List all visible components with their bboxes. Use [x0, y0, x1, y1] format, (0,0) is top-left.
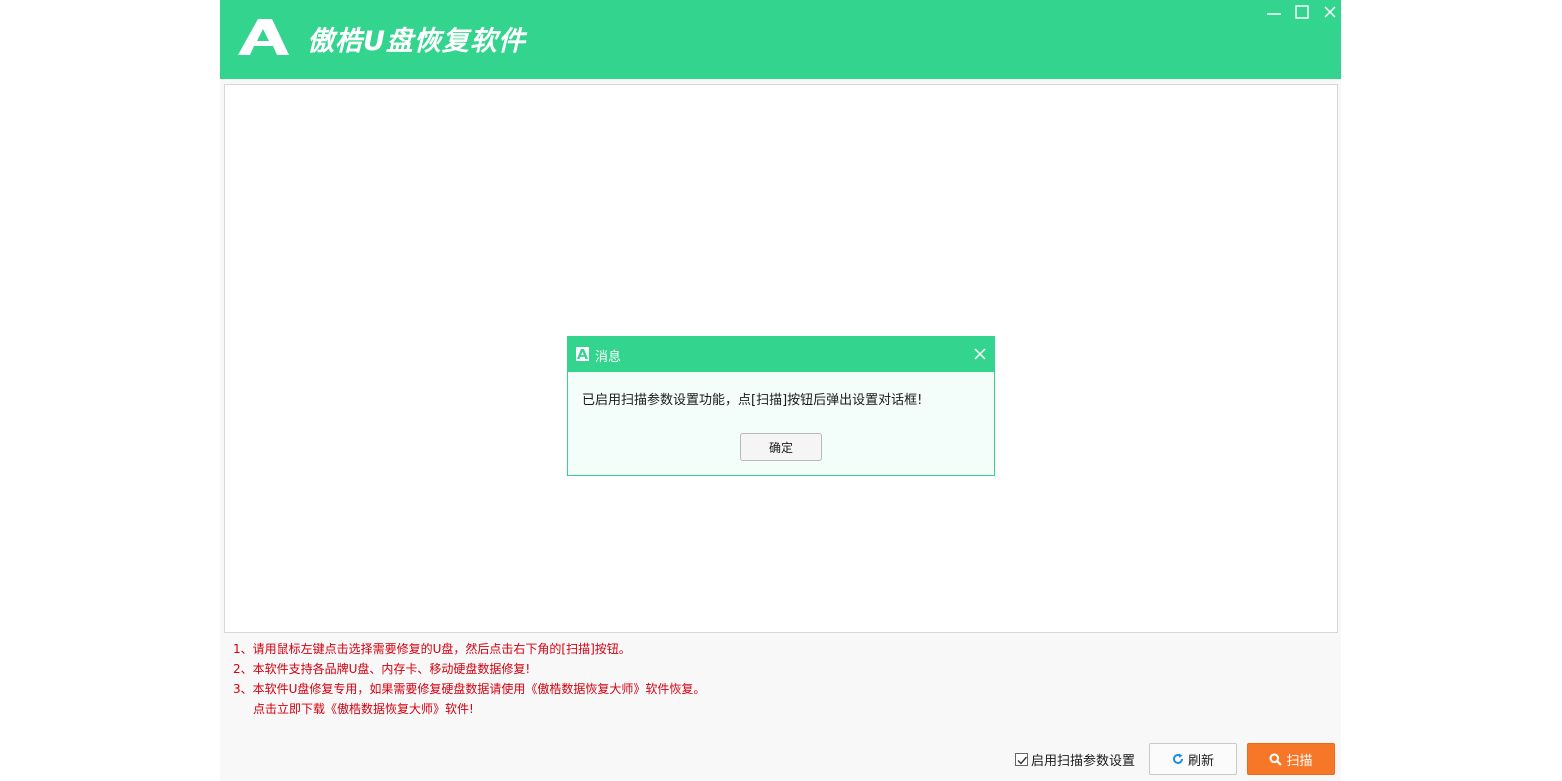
download-link[interactable]: 点击立即下载《傲梏数据恢复大师》软件!: [233, 699, 705, 719]
scan-button[interactable]: 扫描: [1247, 743, 1335, 775]
dialog-logo-icon: [576, 347, 589, 361]
ok-button[interactable]: 确定: [740, 433, 822, 461]
dialog-close-icon[interactable]: [973, 347, 987, 361]
title-bar: 傲梏U盘恢复软件: [220, 0, 1341, 79]
message-dialog: 消息 已启用扫描参数设置功能，点[扫描]按钮后弹出设置对话框! 确定: [567, 336, 995, 476]
tip-line-2: 2、本软件支持各品牌U盘、内存卡、移动硬盘数据修复!: [233, 662, 531, 676]
scan-params-label: 启用扫描参数设置: [1031, 753, 1136, 769]
refresh-label: 刷新: [1187, 753, 1214, 769]
minimize-icon[interactable]: [1264, 4, 1284, 22]
scan-params-option[interactable]: 启用扫描参数设置: [1015, 751, 1136, 769]
tips-panel: 1、请用鼠标左键点击选择需要修复的U盘，然后点击右下角的[扫描]按钮。 2、本软…: [233, 639, 705, 719]
refresh-button[interactable]: 刷新: [1149, 743, 1237, 775]
close-icon[interactable]: [1320, 4, 1340, 22]
maximize-icon[interactable]: [1292, 4, 1312, 22]
dialog-title: 消息: [595, 350, 622, 365]
tip-line-3: 3、本软件U盘修复专用，如果需要修复硬盘数据请使用《傲梏数据恢复大师》软件恢复。: [233, 682, 706, 696]
app-title: 傲梏U盘恢复软件: [307, 26, 526, 57]
refresh-icon: [1173, 753, 1183, 764]
dialog-message: 已启用扫描参数设置功能，点[扫描]按钮后弹出设置对话框!: [582, 393, 923, 408]
tip-line-1: 1、请用鼠标左键点击选择需要修复的U盘，然后点击右下角的[扫描]按钮。: [233, 642, 631, 656]
dialog-header: 消息: [568, 337, 994, 372]
app-logo-icon: [238, 19, 289, 55]
checkmark-icon: [1017, 756, 1028, 765]
search-icon: [1269, 753, 1283, 766]
scan-label: 扫描: [1286, 753, 1313, 769]
scan-params-checkbox[interactable]: [1015, 752, 1028, 766]
